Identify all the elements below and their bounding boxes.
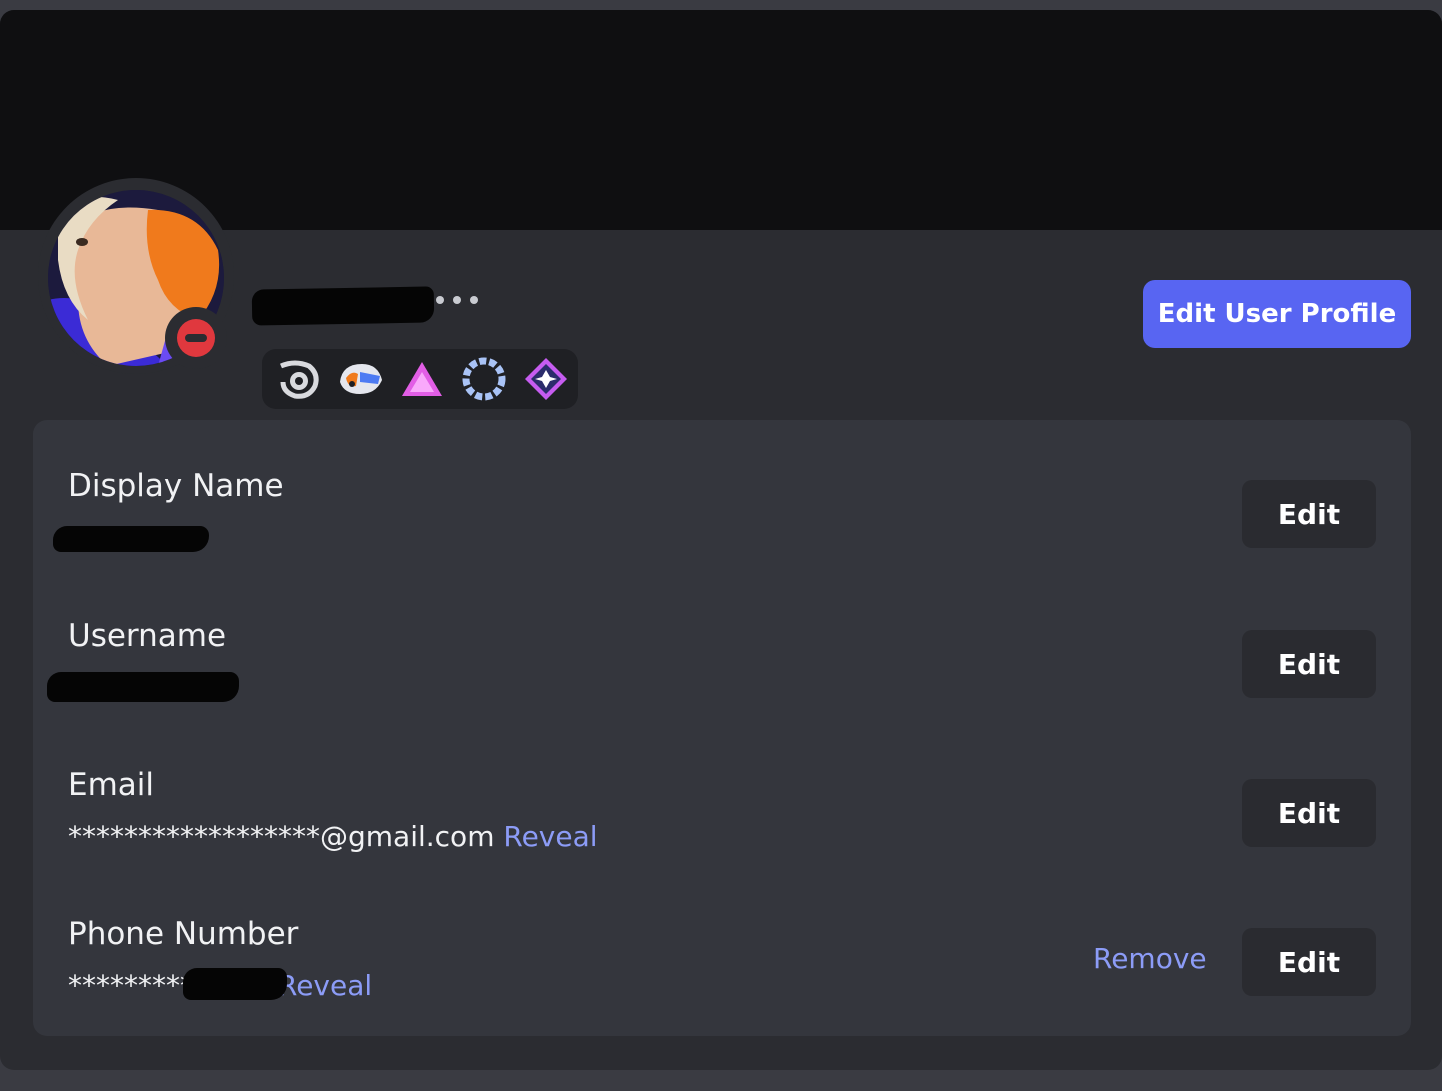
hypesquad-swirl-icon[interactable] — [274, 355, 322, 403]
quest-helmet-icon[interactable] — [336, 355, 384, 403]
profile-name-redacted — [251, 286, 435, 326]
triangle-icon[interactable] — [398, 355, 446, 403]
edit-user-profile-button[interactable]: Edit User Profile — [1143, 280, 1411, 348]
badge-list — [262, 349, 578, 409]
edit-display-name-button[interactable]: Edit — [1242, 480, 1376, 548]
edit-email-button[interactable]: Edit — [1242, 779, 1376, 847]
phone-label: Phone Number — [68, 916, 299, 952]
username-value-redacted — [47, 672, 239, 702]
laurel-wreath-icon[interactable] — [460, 355, 508, 403]
email-label: Email — [68, 767, 155, 803]
phone-reveal-link[interactable]: Reveal — [278, 969, 372, 1002]
account-info-panel: Display Name Edit Username Edit Email **… — [33, 420, 1411, 1036]
email-value-line: ******************@gmail.com Reveal — [68, 820, 598, 853]
nitro-gem-icon[interactable] — [522, 355, 570, 403]
edit-phone-button[interactable]: Edit — [1242, 928, 1376, 996]
more-options-icon[interactable] — [436, 296, 478, 304]
edit-username-button[interactable]: Edit — [1242, 630, 1376, 698]
username-label: Username — [68, 618, 227, 654]
status-indicator — [165, 307, 227, 369]
email-reveal-link[interactable]: Reveal — [503, 820, 597, 853]
profile-card: Edit User Profile Display Name Edit User… — [0, 10, 1442, 1070]
email-value: ******************@gmail.com — [68, 820, 495, 853]
do-not-disturb-icon — [177, 319, 215, 357]
phone-value-redacted — [183, 968, 287, 1000]
remove-phone-link[interactable]: Remove — [1093, 942, 1207, 975]
phone-value: ********* — [68, 969, 194, 1002]
avatar-ring — [38, 178, 234, 374]
profile-banner — [0, 10, 1442, 230]
display-name-label: Display Name — [68, 468, 284, 504]
display-name-value-redacted — [53, 526, 209, 552]
